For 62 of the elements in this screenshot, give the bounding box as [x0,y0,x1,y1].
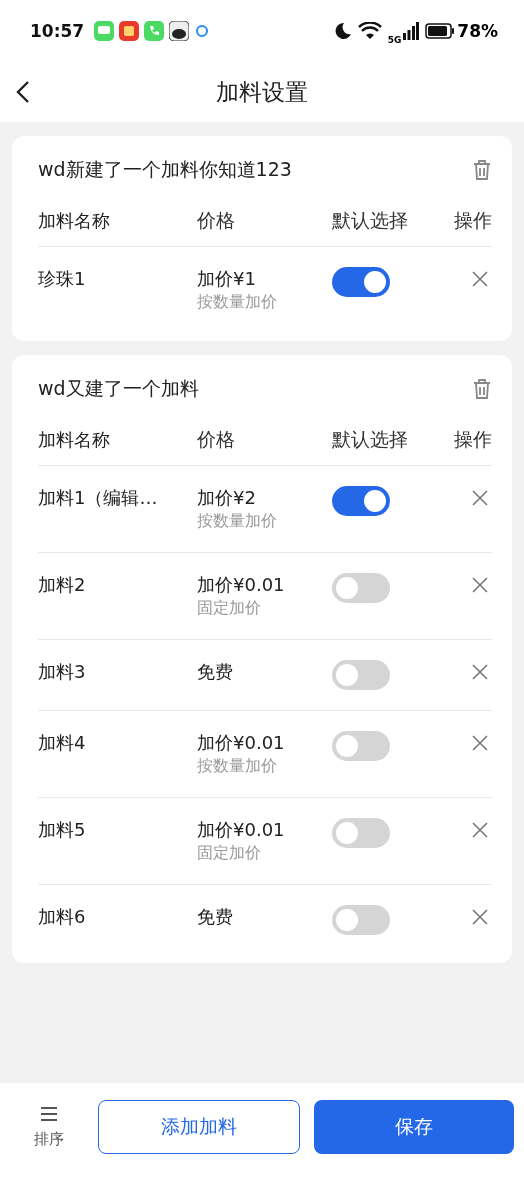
network-label: 5G [387,35,402,45]
column-header: 操作 [453,208,492,233]
addon-price: 加价¥0.01 [197,731,286,755]
default-toggle[interactable] [332,660,390,690]
status-time: 10:57 [30,21,85,41]
default-toggle[interactable] [332,731,390,761]
pricing-mode: 按数量加价 [197,511,278,532]
game-app-icon [169,21,190,41]
menu-icon[interactable] [40,1105,58,1122]
save-button[interactable]: 保存 [314,1100,514,1154]
pricing-mode: 固定加价 [197,598,262,619]
addon-name: 加料2 [38,573,87,597]
addon-name: 加料5 [38,818,87,842]
addon-price: 加价¥2 [197,486,257,510]
group-title: wd又建了一个加料 [38,376,199,401]
group-title: wd新建了一个加料你知道123 [38,157,292,182]
column-header: 加料名称 [38,428,111,452]
battery-icon [425,23,456,39]
default-toggle[interactable] [332,573,390,603]
default-toggle[interactable] [332,267,390,297]
default-toggle[interactable] [332,818,390,848]
shopping-app-icon [119,21,140,41]
column-header: 价格 [197,427,236,452]
default-toggle[interactable] [332,905,390,935]
delete-icon[interactable] [472,735,488,751]
addon-price: 免费 [197,905,234,929]
addon-name: 加料1（编辑… [38,486,159,510]
signal-icon [403,22,420,40]
page-title: 加料设置 [216,77,308,107]
delete-icon[interactable] [472,822,488,838]
column-header: 操作 [453,427,492,452]
pricing-mode: 按数量加价 [197,292,278,313]
delete-icon[interactable] [472,490,488,506]
trash-icon[interactable] [472,378,492,400]
delete-icon[interactable] [472,909,488,925]
addon-price: 免费 [197,660,234,684]
column-header: 默认选择 [332,208,409,233]
delete-icon[interactable] [472,577,488,593]
addon-price: 加价¥1 [197,267,257,291]
pricing-mode: 固定加价 [197,843,262,864]
column-header: 加料名称 [38,209,111,233]
moon-icon [333,22,352,40]
addon-name: 加料6 [38,905,87,929]
add-addon-button[interactable]: 添加加料 [98,1100,300,1154]
wifi-icon [357,22,382,40]
addon-name: 珍珠1 [38,267,87,291]
delete-icon[interactable] [472,271,488,287]
column-header: 默认选择 [332,427,409,452]
column-header: 价格 [197,208,236,233]
default-toggle[interactable] [332,486,390,516]
addon-name: 加料3 [38,660,87,684]
battery-percent: 78% [457,21,498,41]
sort-label[interactable]: 排序 [34,1129,64,1149]
addon-price: 加价¥0.01 [197,573,286,597]
addon-name: 加料4 [38,731,87,755]
delete-icon[interactable] [472,664,488,680]
addon-price: 加价¥0.01 [197,818,286,842]
back-icon[interactable] [16,80,30,104]
trash-icon[interactable] [472,159,492,181]
message-app-icon [94,21,115,41]
pricing-mode: 按数量加价 [197,756,278,777]
phone-app-icon [144,21,165,41]
